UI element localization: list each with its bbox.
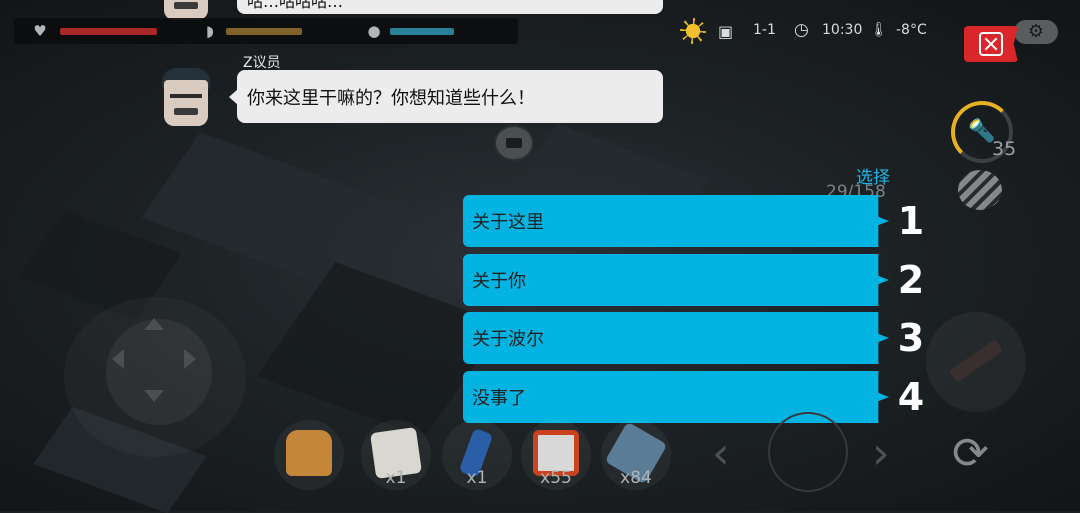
item-quantity: x55: [540, 468, 572, 488]
rifle-icon: [949, 339, 1003, 383]
clock-icon: ◷: [794, 20, 809, 40]
item-quantity: x1: [466, 468, 488, 488]
previous-message-bubble: 咕…咕咕咕…: [237, 0, 663, 14]
sun-icon: [680, 18, 706, 44]
settings-gear-icon[interactable]: ⚙: [1014, 20, 1058, 44]
stomach-icon: ◗: [206, 22, 214, 40]
temperature-value: -8°C: [896, 22, 927, 38]
option-label: 关于这里: [472, 212, 544, 233]
dialog-option-3[interactable]: 关于波尔: [463, 312, 889, 364]
health-bar: [60, 28, 157, 35]
time-value: 10:30: [822, 22, 863, 38]
option-number-4: 4: [897, 375, 925, 419]
day-value: 1-1: [753, 22, 776, 38]
inventory-slot-cloth[interactable]: x84: [601, 420, 671, 490]
status-panel: ▣ 1-1 ◷ 10:30 🌡 -8°C: [676, 16, 966, 46]
choose-label: 选择: [856, 168, 890, 188]
thermometer-icon: 🌡: [870, 22, 888, 38]
joystick-pad[interactable]: [106, 319, 212, 425]
heart-icon: ♥: [33, 22, 47, 40]
backpack-icon: [286, 430, 332, 476]
message-bubble: 你来这里干嘛的？你想知道些什么！: [229, 70, 663, 123]
arrow-up-icon: [144, 318, 164, 330]
option-label: 关于波尔: [472, 329, 544, 350]
message-text: 你来这里干嘛的？你想知道些什么！: [247, 87, 535, 109]
dialog-option-2[interactable]: 关于你: [463, 254, 889, 306]
inventory-slot-crate[interactable]: x55: [521, 420, 591, 490]
ammo-icon: [958, 170, 1002, 210]
item-quantity: x1: [385, 468, 407, 488]
thirst-bar: [390, 28, 454, 35]
vitals-bar: ♥ ◗ ●: [14, 18, 518, 44]
inventory-slot-bottle[interactable]: x1: [442, 420, 512, 490]
arrow-down-icon: [144, 390, 164, 402]
arrow-left-icon: [112, 349, 124, 369]
empty-quick-slot[interactable]: [768, 412, 848, 492]
option-number-1: 1: [897, 199, 925, 243]
item-quantity: x84: [620, 468, 652, 488]
calendar-icon: ▣: [718, 22, 734, 41]
speaker-avatar: [158, 66, 214, 130]
inventory-slot-backpack[interactable]: [274, 420, 344, 490]
water-drop-icon: ●: [367, 22, 381, 40]
chevron-left-icon[interactable]: ‹: [712, 428, 730, 479]
option-number-2: 2: [897, 258, 925, 302]
option-number-3: 3: [897, 316, 925, 360]
reload-icon[interactable]: ⟳: [952, 428, 989, 479]
floor-slab: [141, 132, 419, 298]
inventory-slot-map[interactable]: x1: [361, 420, 431, 490]
previous-message-text: 咕…咕咕咕…: [247, 0, 344, 11]
close-icon: [979, 32, 1003, 56]
option-label: 没事了: [472, 388, 526, 409]
weapon-attack-button[interactable]: [926, 312, 1026, 412]
chat-indicator-icon: [494, 125, 534, 161]
dialog-option-1[interactable]: 关于这里: [463, 195, 889, 247]
close-dialog-button[interactable]: [964, 26, 1018, 62]
option-label: 关于你: [472, 271, 526, 292]
arrow-right-icon: [184, 349, 196, 369]
hunger-bar: [226, 28, 302, 35]
speaker-name: Z议员: [243, 55, 281, 71]
chevron-right-icon[interactable]: ›: [872, 428, 890, 479]
flashlight-count: 35: [992, 138, 1017, 160]
